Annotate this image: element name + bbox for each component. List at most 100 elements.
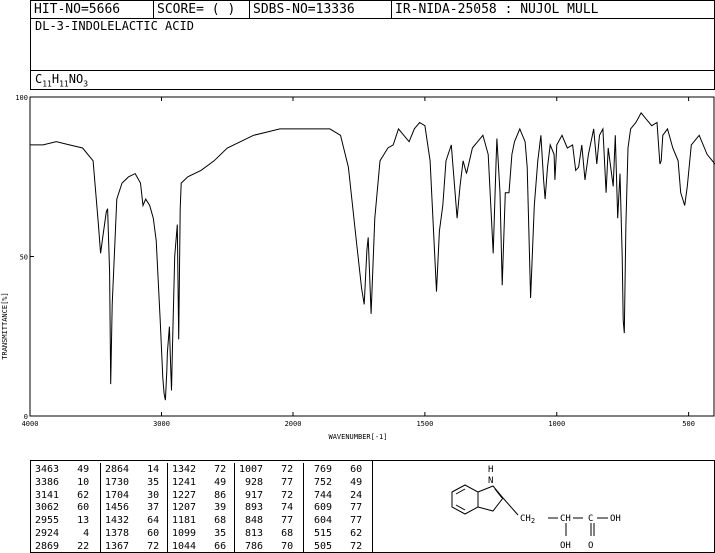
peak-row: 928 77 <box>239 476 293 489</box>
peak-wavenumber: 505 <box>308 540 333 552</box>
peak-transmittance: 77 <box>263 476 294 488</box>
peak-transmittance: 35 <box>196 528 227 539</box>
peak-transmittance: 60 <box>59 502 90 514</box>
structure-chain-c: C <box>588 514 593 524</box>
peak-row: 1730 35 <box>105 476 159 489</box>
y-axis-label: TRANSMITTANCE[%] <box>1 292 9 359</box>
ir-code: IR-NIDA-25058 : NUJOL MULL <box>395 2 599 17</box>
peak-wavenumber: 769 <box>308 464 333 475</box>
compound-formula: C11H11NO3 <box>35 72 89 89</box>
peak-transmittance: 68 <box>196 515 227 527</box>
compound-box: DL-3-INDOLELACTIC ACID C11H11NO3 <box>30 18 715 90</box>
peak-wavenumber: 786 <box>239 540 264 552</box>
peak-wavenumber: 1241 <box>172 476 197 488</box>
peak-column: 3463 49 3386 10 3141 62 3062 60 2955 13 2924 … <box>31 463 100 552</box>
peak-transmittance: 72 <box>263 489 294 501</box>
peak-wavenumber: 2924 <box>35 528 60 539</box>
x-axis-label: WAVENUMBER[-1] <box>328 433 387 441</box>
y-tick-label: 50 <box>20 254 28 262</box>
peak-transmittance: 35 <box>129 476 160 488</box>
peak-wavenumber: 1044 <box>172 540 197 552</box>
peak-transmittance: 68 <box>263 528 294 539</box>
peak-wavenumber: 3463 <box>35 464 60 475</box>
peak-column: 1007 72 928 77 917 72 893 74 848 77 813 … <box>234 463 304 552</box>
sdbs-no: SDBS-NO=13336 <box>253 2 355 17</box>
peak-transmittance: 72 <box>332 540 363 552</box>
y-tick-label: 0 <box>24 413 28 421</box>
peak-wavenumber: 1704 <box>105 489 130 501</box>
peak-transmittance: 60 <box>129 528 160 539</box>
peak-transmittance: 24 <box>332 489 363 501</box>
peak-row: 3141 62 <box>35 489 89 502</box>
structure-nh-n: N <box>488 476 493 486</box>
peak-wavenumber: 1432 <box>105 515 130 527</box>
peak-row: 1432 64 <box>105 514 159 527</box>
peak-transmittance: 72 <box>129 540 160 552</box>
peak-row: 1367 72 <box>105 540 159 553</box>
score: SCORE= ( ) <box>157 2 236 17</box>
peak-wavenumber: 1456 <box>105 502 130 514</box>
peak-row: 604 77 <box>308 514 362 527</box>
structure-o-label: O <box>588 541 593 551</box>
compound-name: DL-3-INDOLELACTIC ACID <box>35 19 194 33</box>
peak-transmittance: 30 <box>129 489 160 501</box>
peak-wavenumber: 917 <box>239 489 264 501</box>
peak-wavenumber: 2869 <box>35 540 60 552</box>
x-tick-label: 1000 <box>548 420 565 428</box>
x-tick-label: 1500 <box>416 420 433 428</box>
peak-transmittance: 64 <box>129 515 160 527</box>
peak-transmittance: 37 <box>129 502 160 514</box>
peak-wavenumber: 1181 <box>172 515 197 527</box>
peak-row: 2955 13 <box>35 514 89 527</box>
peak-row: 893 74 <box>239 501 293 514</box>
peak-row: 1342 72 <box>172 463 226 476</box>
molecular-structure: H N CH2 CH C OH OH O <box>451 465 621 551</box>
peak-transmittance: 4 <box>59 528 90 539</box>
peak-wavenumber: 1730 <box>105 476 130 488</box>
peak-transmittance: 72 <box>263 464 294 475</box>
peak-row: 3386 10 <box>35 476 89 489</box>
x-tick-label: 500 <box>682 420 695 428</box>
peak-wavenumber: 1378 <box>105 528 130 539</box>
table-structure-divider <box>372 461 373 552</box>
peak-wavenumber: 515 <box>308 528 333 539</box>
peak-row: 2869 22 <box>35 540 89 553</box>
spectrum-series-line <box>30 112 715 401</box>
peak-transmittance: 74 <box>263 502 294 514</box>
peak-row: 1378 60 <box>105 527 159 540</box>
peak-transmittance: 62 <box>332 528 363 539</box>
peak-transmittance: 66 <box>196 540 227 552</box>
peak-wavenumber: 3062 <box>35 502 60 514</box>
peak-transmittance: 60 <box>332 464 363 475</box>
x-tick-label: 2000 <box>285 420 302 428</box>
peak-transmittance: 49 <box>196 476 227 488</box>
peak-wavenumber: 609 <box>308 502 333 514</box>
hit-no: HIT-NO=5666 <box>34 2 121 17</box>
peak-wavenumber: 848 <box>239 515 264 527</box>
peak-transmittance: 77 <box>332 502 363 514</box>
peak-row: 515 62 <box>308 527 362 540</box>
peak-row: 786 70 <box>239 540 293 553</box>
peak-wavenumber: 928 <box>239 476 264 488</box>
peak-row: 1099 35 <box>172 527 226 540</box>
peak-transmittance: 49 <box>59 464 90 475</box>
peak-row: 609 77 <box>308 501 362 514</box>
structure-chain-ch2: CH2 <box>520 514 535 525</box>
peak-wavenumber: 1007 <box>239 464 264 475</box>
header-bar: HIT-NO=5666 SCORE= ( ) SDBS-NO=13336 IR-… <box>30 0 715 19</box>
peak-row: 813 68 <box>239 527 293 540</box>
peak-wavenumber: 893 <box>239 502 264 514</box>
peak-column: 769 60 752 49 744 24 609 77 604 77 515 6… <box>303 463 366 552</box>
peak-column: 2864 14 1730 35 1704 30 1456 37 1432 64 1378 … <box>100 463 168 552</box>
structure-chain-oh: OH <box>610 514 621 524</box>
peak-row: 3062 60 <box>35 501 89 514</box>
peak-row: 1181 68 <box>172 514 226 527</box>
peak-transmittance: 86 <box>196 489 227 501</box>
peak-row: 1044 66 <box>172 540 226 553</box>
peak-wavenumber: 604 <box>308 515 333 527</box>
peak-wavenumber: 1099 <box>172 528 197 539</box>
peak-row: 1007 72 <box>239 463 293 476</box>
peak-wavenumber: 2955 <box>35 515 60 527</box>
peak-transmittance: 10 <box>59 476 90 488</box>
peak-row: 1241 49 <box>172 476 226 489</box>
